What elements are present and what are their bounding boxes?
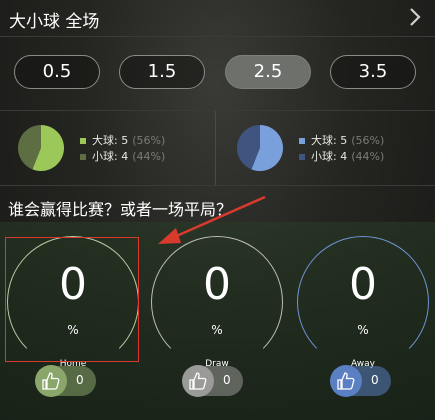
draw-vote-count: 0 xyxy=(223,373,231,387)
legend-swatch xyxy=(299,138,305,144)
divider xyxy=(215,111,216,185)
draw-percent-value: 0 xyxy=(203,259,231,310)
line-option-0-5[interactable]: 0.5 xyxy=(14,55,100,89)
pie-legend-right: 大球: 5 (56%) 小球: 4 (44%) xyxy=(299,133,384,165)
prediction-question: 谁会赢得比赛？或者一场平局？ xyxy=(8,200,233,219)
line-option-3-5[interactable]: 3.5 xyxy=(330,55,416,89)
line-option-1-5[interactable]: 1.5 xyxy=(119,55,205,89)
home-vote-count: 0 xyxy=(76,373,84,387)
over-under-pie-right xyxy=(237,125,283,171)
under-label: 小球: 4 xyxy=(311,150,348,163)
under-pct: (44%) xyxy=(132,150,166,163)
percent-sign: % xyxy=(211,323,223,337)
thumbs-up-icon xyxy=(35,365,67,397)
line-selector: 0.5 1.5 2.5 3.5 xyxy=(0,37,435,111)
away-vote-count: 0 xyxy=(371,373,379,387)
percent-sign: % xyxy=(357,323,369,337)
draw-vote-button[interactable]: 0 xyxy=(182,365,243,397)
over-under-pie-left xyxy=(18,125,64,171)
over-pct: (56%) xyxy=(351,134,385,147)
pie-legend-left: 大球: 5 (56%) 小球: 4 (44%) xyxy=(80,133,165,165)
away-gauge[interactable]: 0 % Away xyxy=(297,236,429,369)
over-pct: (56%) xyxy=(132,134,166,147)
line-option-2-5[interactable]: 2.5 xyxy=(225,55,311,89)
under-pct: (44%) xyxy=(351,150,385,163)
annotation-highlight-box xyxy=(5,237,139,362)
page-title: 大小球 全场 xyxy=(9,12,100,32)
away-percent-value: 0 xyxy=(349,259,377,310)
away-vote-button[interactable]: 0 xyxy=(330,365,391,397)
over-label: 大球: 5 xyxy=(311,134,348,147)
legend-swatch xyxy=(80,138,86,144)
over-label: 大球: 5 xyxy=(92,134,129,147)
thumbs-up-icon xyxy=(182,365,214,397)
draw-gauge[interactable]: 0 % Draw xyxy=(151,236,283,369)
legend-swatch xyxy=(299,154,305,160)
home-vote-button[interactable]: 0 xyxy=(35,365,96,397)
header: 大小球 全场 xyxy=(0,0,435,37)
thumbs-up-icon xyxy=(330,365,362,397)
over-under-stats: 大球: 5 (56%) 小球: 4 (44%) 大球: 5 (56%) 小球: 4 (4… xyxy=(0,111,435,186)
legend-swatch xyxy=(80,154,86,160)
under-label: 小球: 4 xyxy=(92,150,129,163)
chevron-right-icon[interactable] xyxy=(405,6,425,28)
